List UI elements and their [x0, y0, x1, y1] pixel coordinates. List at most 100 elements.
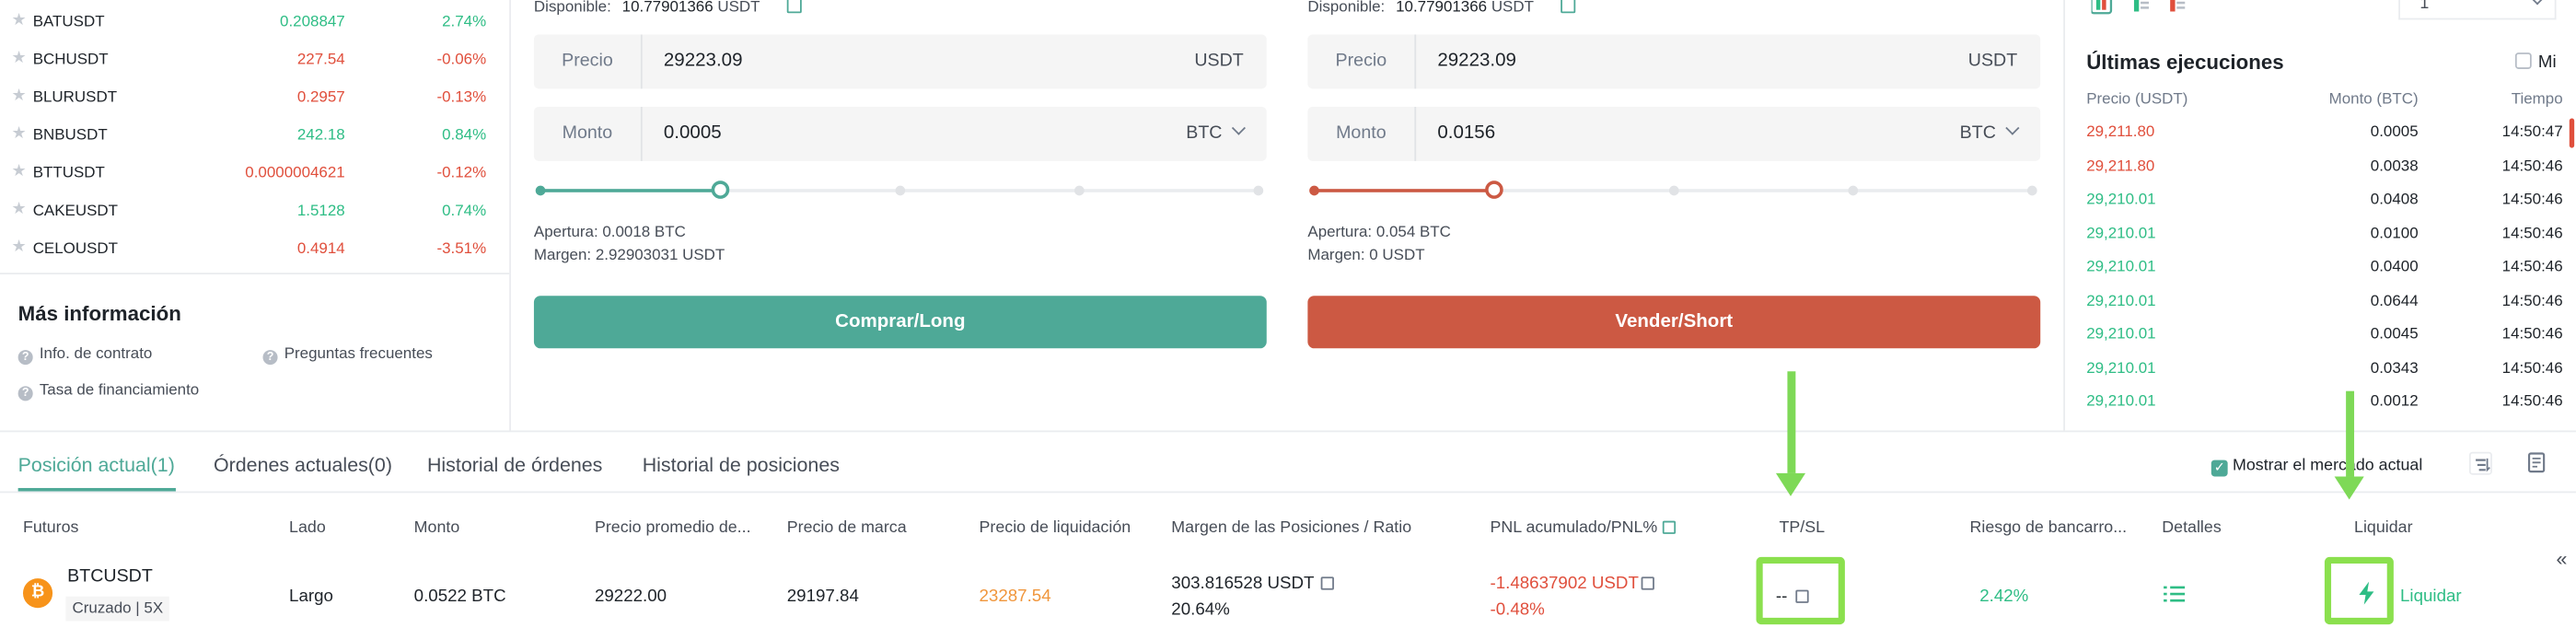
position-side: Largo [289, 587, 333, 607]
market-change: 0.74% [442, 202, 487, 221]
slider-step-dot[interactable] [1848, 185, 1858, 196]
tab-2[interactable]: Historial de órdenes [427, 453, 602, 476]
trade-time: 14:50:46 [2501, 325, 2563, 343]
sell-amount-slider[interactable] [1309, 180, 2037, 199]
slider-step-dot[interactable] [1668, 185, 1678, 196]
transfer-icon[interactable] [1561, 0, 1576, 14]
order-book-layout-icons[interactable] [2090, 0, 2190, 15]
list-item[interactable]: ★ BATUSDT 0.208847 2.74% [0, 5, 509, 42]
list-item[interactable]: ★ BLURUSDT 0.2957 -0.13% [0, 80, 509, 118]
star-icon[interactable]: ★ [11, 202, 26, 218]
market-symbol: BLURUSDT [32, 88, 118, 107]
checkbox-icon[interactable] [2514, 52, 2532, 69]
contract-info-link[interactable]: ? Info. de contrato [17, 345, 152, 366]
details-list-icon[interactable] [2164, 585, 2186, 608]
market-price: 0.0000004621 [245, 164, 345, 183]
edit-icon[interactable] [1320, 576, 1334, 590]
col-risk: Riesgo de bancarro... [1969, 518, 2128, 538]
tab-0[interactable]: Posición actual(1) [18, 453, 175, 476]
help-icon: ? [17, 350, 33, 366]
sell-price-field[interactable]: Precio 29223.09 USDT [1307, 34, 2041, 89]
slider-step-dot[interactable] [535, 185, 546, 196]
trade-time: 14:50:46 [2501, 258, 2563, 276]
sell-short-button[interactable]: Vender/Short [1307, 296, 2041, 349]
faq-link[interactable]: ? Preguntas frecuentes [262, 345, 433, 366]
buy-amount-field[interactable]: Monto 0.0005 BTC [533, 106, 1267, 161]
table-row: ₿ BTCUSDT Cruzado | 5X Largo 0.0522 BTC … [0, 555, 2576, 628]
trading-app: ★ BATUSDT 0.208847 2.74% ★ BCHUSDT 227.54 -0.06… [0, 0, 2576, 628]
flag-icon[interactable] [1662, 520, 1676, 534]
trade-row: 29,211.80 0.0038 14:50:46 [2086, 150, 2562, 183]
transfer-icon[interactable] [786, 0, 802, 14]
amount-input[interactable]: 0.0005 [664, 123, 722, 143]
depth-value: 1 [2419, 0, 2430, 14]
market-change: 0.84% [442, 126, 487, 145]
show-current-market-label: Mostrar el mercado actual [2232, 457, 2423, 475]
star-icon[interactable]: ★ [11, 239, 26, 257]
liquidate-link[interactable]: Liquidar [2400, 587, 2462, 606]
list-item[interactable]: ★ BNBUSDT 242.18 0.84% [0, 118, 509, 156]
market-change: -0.06% [436, 51, 487, 69]
funding-rate-link[interactable]: ? Tasa de financiamiento [17, 381, 199, 401]
position-pnl-value: -1.48637902 USDT [1490, 573, 1639, 594]
mine-only-toggle[interactable]: Mi [2514, 52, 2557, 73]
amount-unit: BTC [1959, 122, 1996, 144]
trade-price: 29,210.01 [2086, 258, 2156, 276]
trade-amount: 0.0100 [2370, 224, 2419, 243]
amount-unit-select[interactable]: BTC [1186, 121, 1247, 143]
price-input[interactable]: 29223.09 [664, 51, 743, 70]
sell-amount-field[interactable]: Monto 0.0156 BTC [1307, 106, 2041, 161]
annotation-arrow-head [2334, 476, 2364, 500]
collapse-panel-icon[interactable]: « [2557, 547, 2568, 570]
trade-amount: 0.0005 [2370, 122, 2419, 142]
price-input[interactable]: 29223.09 [1437, 51, 1516, 70]
position-liq-price: 23287.54 [979, 587, 1051, 607]
annotation-arrow [1787, 371, 1796, 473]
tab-1[interactable]: Órdenes actuales(0) [214, 453, 392, 476]
star-icon[interactable]: ★ [11, 50, 26, 67]
scrollbar[interactable] [2569, 118, 2575, 148]
amount-unit-select[interactable]: BTC [1959, 121, 2020, 144]
amount-input[interactable]: 0.0156 [1437, 123, 1495, 143]
buy-amount-slider[interactable] [535, 180, 1264, 199]
star-icon[interactable]: ★ [11, 87, 26, 105]
divider [509, 0, 511, 431]
list-item[interactable]: ★ CAKEUSDT 1.5128 0.74% [0, 194, 509, 232]
star-icon[interactable]: ★ [11, 164, 26, 180]
show-current-market-toggle[interactable]: ✓ Mostrar el mercado actual [2210, 457, 2423, 477]
more-info-panel: Más información ? Info. de contrato ? Preg… [17, 302, 494, 401]
list-item[interactable]: ★ CELOUSDT 0.4914 -3.51% [0, 232, 509, 270]
market-symbol: BTTUSDT [32, 164, 105, 183]
trade-row: 29,211.80 0.0005 14:50:47 [2086, 117, 2562, 150]
list-item[interactable]: ★ BCHUSDT 227.54 -0.06% [0, 42, 509, 80]
col-details: Detalles [2162, 518, 2222, 538]
star-icon[interactable]: ★ [11, 12, 26, 29]
slider-handle[interactable] [711, 180, 729, 199]
checkbox-checked-icon[interactable]: ✓ [2210, 459, 2228, 477]
slider-step-dot[interactable] [1253, 185, 1264, 196]
buy-price-field[interactable]: Precio 29223.09 USDT [533, 34, 1267, 89]
list-item[interactable]: ★ BTTUSDT 0.0000004621 -0.12% [0, 157, 509, 194]
history-document-icon[interactable] [2526, 452, 2549, 475]
buy-long-button[interactable]: Comprar/Long [533, 296, 1267, 349]
slider-step-dot[interactable] [1309, 185, 1319, 196]
trade-price: 29,211.80 [2086, 157, 2155, 176]
trade-time: 14:50:46 [2501, 157, 2563, 176]
price-unit: USDT [1194, 51, 1244, 71]
depth-select[interactable]: 1 [2398, 0, 2557, 20]
share-icon[interactable] [1642, 576, 1655, 590]
available-value: 10.77901366 [621, 0, 714, 17]
more-info-title: Más información [17, 302, 181, 326]
slider-step-dot[interactable] [894, 185, 905, 196]
slider-step-dot[interactable] [1073, 185, 1085, 196]
filter-icon[interactable] [2468, 451, 2492, 475]
position-pnl: -1.48637902 USDT [1490, 573, 1655, 594]
chevron-down-icon [2005, 121, 2020, 135]
tab-3[interactable]: Historial de posiciones [643, 453, 840, 476]
trade-row: 29,210.01 0.0408 14:50:46 [2086, 184, 2562, 217]
slider-handle[interactable] [1484, 180, 1503, 199]
annotation-arrow [2346, 390, 2355, 477]
slider-step-dot[interactable] [2026, 185, 2037, 196]
star-icon[interactable]: ★ [11, 126, 26, 143]
col-liquidate: Liquidar [2354, 518, 2413, 538]
